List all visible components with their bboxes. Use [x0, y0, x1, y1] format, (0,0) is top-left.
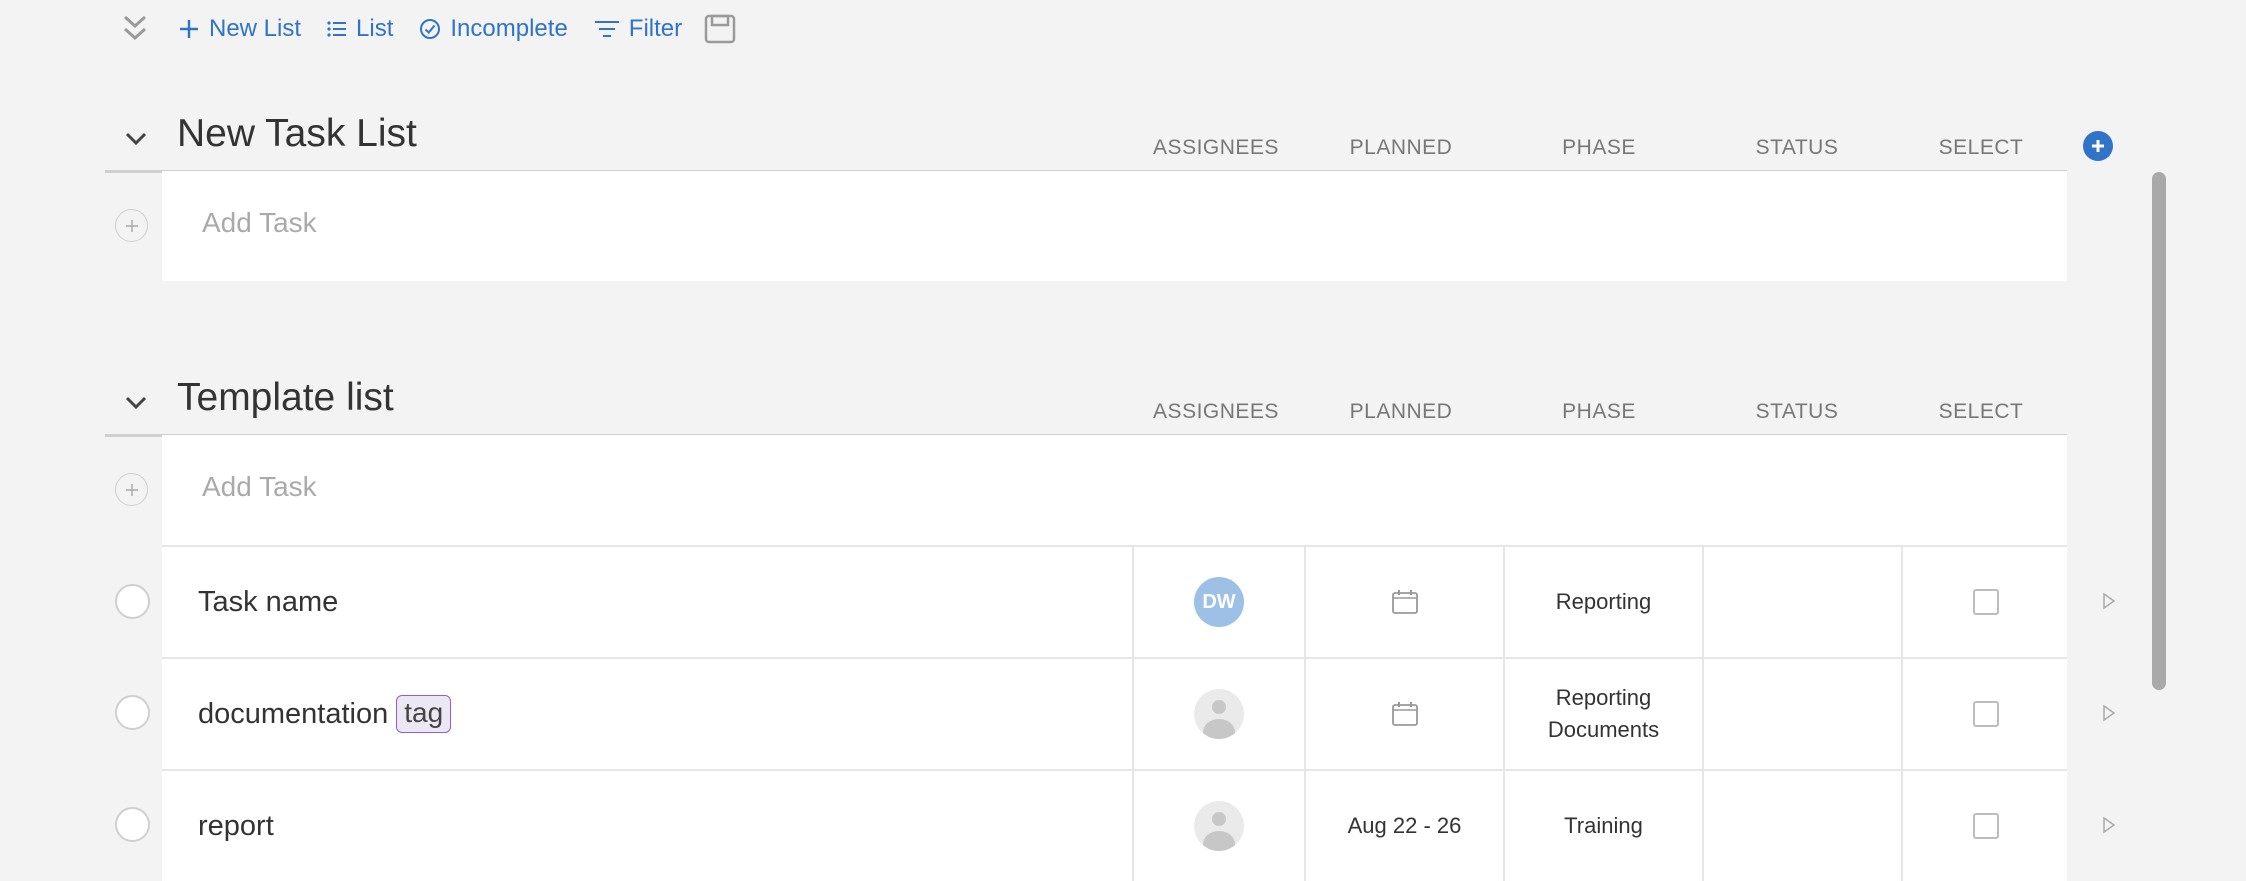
list-header-template-list: Template list ASSIGNEES PLANNED PHASE ST…: [105, 370, 2067, 437]
status-cell[interactable]: [1702, 659, 1901, 769]
add-task-row[interactable]: Add Task: [162, 171, 2067, 281]
avatar[interactable]: DW: [1194, 577, 1244, 627]
play-arrow-icon[interactable]: [2101, 816, 2117, 834]
phase-cell[interactable]: Training: [1503, 771, 1702, 881]
table-row[interactable]: documentation tag Reporting Documents: [162, 659, 2067, 771]
plus-icon: [2092, 140, 2104, 152]
column-header-phase: PHASE: [1562, 400, 1636, 423]
plus-icon: [180, 20, 198, 38]
select-cell: [1901, 547, 2069, 657]
status-cell[interactable]: [1702, 547, 1901, 657]
filter-label: Filter: [628, 15, 683, 42]
calendar-icon[interactable]: [1391, 701, 1419, 727]
chevron-down-icon[interactable]: [121, 126, 151, 152]
add-task-icon[interactable]: [115, 473, 148, 506]
phase-text: Documents: [1547, 717, 1660, 742]
column-header-planned: PLANNED: [1349, 136, 1453, 159]
vertical-scrollbar[interactable]: [2152, 172, 2166, 690]
new-list-button[interactable]: New List: [178, 15, 301, 43]
column-header-status: STATUS: [1755, 136, 1839, 159]
column-header-phase: PHASE: [1562, 136, 1636, 159]
task-tag[interactable]: tag: [396, 695, 452, 733]
add-column-button[interactable]: [2083, 131, 2113, 161]
select-checkbox[interactable]: [1973, 589, 1999, 615]
list-label: List: [356, 15, 394, 42]
planned-cell[interactable]: [1304, 659, 1503, 769]
table-row[interactable]: report Aug 22 - 26 Training: [162, 771, 2067, 881]
list-header-new-task-list: New Task List ASSIGNEES PLANNED PHASE ST…: [105, 106, 2067, 173]
task-complete-toggle[interactable]: [115, 807, 150, 842]
add-task-row[interactable]: Add Task: [162, 435, 2067, 547]
assignees-cell[interactable]: [1132, 659, 1304, 769]
assignees-cell[interactable]: [1132, 771, 1304, 881]
add-task-input[interactable]: Add Task: [202, 471, 317, 503]
incomplete-label: Incomplete: [450, 15, 568, 42]
planned-date: Aug 22 - 26: [1347, 813, 1462, 838]
task-name[interactable]: Task name: [198, 547, 338, 657]
phase-text: Reporting: [1555, 685, 1652, 710]
incomplete-filter-button[interactable]: Incomplete: [419, 15, 568, 43]
filter-icon: [594, 21, 619, 37]
add-task-input[interactable]: Add Task: [202, 207, 317, 239]
task-complete-toggle[interactable]: [115, 584, 150, 619]
check-circle-icon: [420, 19, 441, 39]
select-checkbox[interactable]: [1973, 701, 1999, 727]
phase-text: Reporting: [1555, 589, 1652, 614]
task-name-text: documentation: [198, 697, 389, 730]
list-icon: [327, 21, 347, 37]
column-header-assignees: ASSIGNEES: [1153, 400, 1279, 423]
column-header-planned: PLANNED: [1349, 400, 1453, 423]
phase-cell[interactable]: Reporting: [1503, 547, 1702, 657]
column-header-assignees: ASSIGNEES: [1153, 136, 1279, 159]
list-view-button[interactable]: List: [327, 15, 393, 43]
play-arrow-icon[interactable]: [2101, 704, 2117, 722]
select-checkbox[interactable]: [1973, 813, 1999, 839]
planned-cell[interactable]: [1304, 547, 1503, 657]
phase-text: Training: [1564, 813, 1643, 838]
planned-cell[interactable]: Aug 22 - 26: [1304, 771, 1503, 881]
select-cell: [1901, 659, 2069, 769]
new-list-label: New List: [209, 15, 302, 42]
task-name-text: Task name: [198, 585, 339, 618]
select-cell: [1901, 771, 2069, 881]
assignees-cell[interactable]: DW: [1132, 547, 1304, 657]
status-cell[interactable]: [1702, 771, 1901, 881]
filter-button[interactable]: Filter: [594, 15, 682, 43]
list-title: Template list: [177, 376, 394, 419]
chevron-down-icon[interactable]: [121, 390, 151, 416]
task-name[interactable]: documentation tag: [198, 659, 452, 769]
column-header-select: SELECT: [1938, 400, 2024, 423]
task-name-text: report: [198, 809, 274, 842]
task-complete-toggle[interactable]: [115, 695, 150, 730]
avatar[interactable]: [1194, 801, 1244, 851]
table-row[interactable]: Task name DW Reporting: [162, 547, 2067, 659]
phase-cell[interactable]: Reporting Documents: [1503, 659, 1702, 769]
calendar-icon[interactable]: [1391, 589, 1419, 615]
add-task-icon[interactable]: [115, 209, 148, 242]
avatar[interactable]: [1194, 689, 1244, 739]
play-arrow-icon[interactable]: [2101, 592, 2117, 610]
toolbar: New List List Incomplete Filter: [178, 6, 736, 52]
column-header-select: SELECT: [1938, 136, 2024, 159]
task-name[interactable]: report: [198, 771, 274, 881]
collapse-all-icon[interactable]: [118, 6, 152, 52]
save-icon[interactable]: [704, 14, 736, 44]
column-header-status: STATUS: [1755, 400, 1839, 423]
list-title: New Task List: [177, 112, 417, 155]
